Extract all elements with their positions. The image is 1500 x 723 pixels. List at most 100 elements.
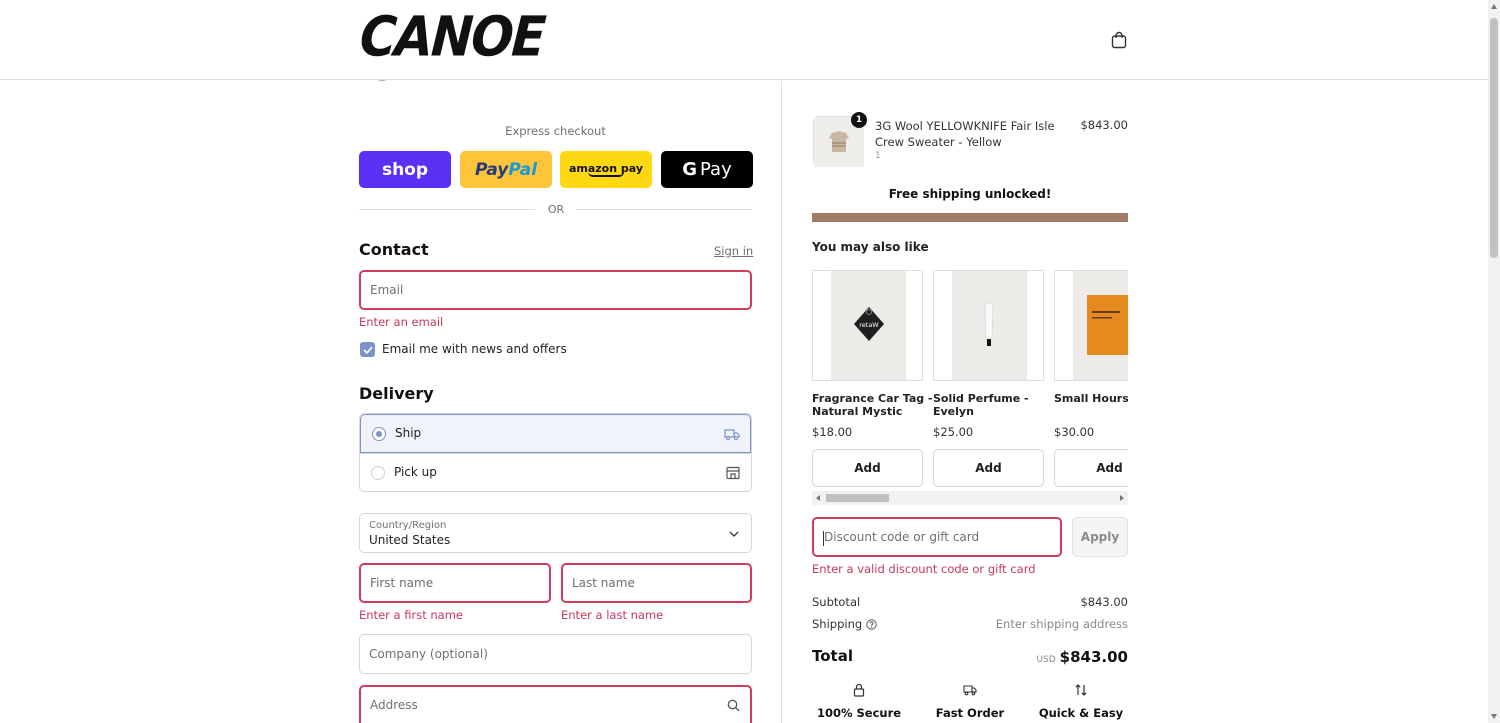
email-field[interactable]: Email xyxy=(359,270,752,310)
email-error: Enter an email xyxy=(359,315,444,329)
page-scrollbar-thumb[interactable] xyxy=(1490,18,1498,258)
help-circle-icon[interactable] xyxy=(866,619,877,630)
first-name-field[interactable]: First name xyxy=(359,563,551,603)
upsell-heading: You may also like xyxy=(812,240,929,254)
discount-error: Enter a valid discount code or gift card xyxy=(812,562,1036,576)
divider-right xyxy=(576,209,752,210)
upsell-card: retaW Fragrance Car Tag - Natural Mystic … xyxy=(812,270,933,487)
product-image[interactable] xyxy=(933,270,1044,381)
car-tag-image: retaW xyxy=(854,307,884,341)
free-shipping-progress-bar xyxy=(812,213,1128,222)
trust-badge-easy: Quick & Easy xyxy=(1026,683,1136,721)
apply-discount-button[interactable]: Apply xyxy=(1072,517,1128,557)
paypal-label-a: Pay xyxy=(474,159,509,180)
page-scrollbar[interactable] xyxy=(1488,0,1500,723)
newsletter-checkbox[interactable] xyxy=(360,342,375,357)
product-title-line2: Natural Mystic xyxy=(812,405,903,418)
truck-icon xyxy=(963,685,977,696)
checkmark-icon xyxy=(362,345,373,354)
first-name-error: Enter a first name xyxy=(359,608,463,622)
ship-radio[interactable] xyxy=(372,427,386,441)
google-g-icon: G xyxy=(682,159,698,180)
sign-in-link[interactable]: Sign in xyxy=(714,244,753,258)
upsell-card: Solid Perfume - Evelyn $25.00 Add xyxy=(933,270,1044,487)
address-field[interactable]: Address xyxy=(359,685,752,723)
last-name-error: Enter a last name xyxy=(561,608,664,622)
address-placeholder: Address xyxy=(370,698,418,712)
google-pay-button[interactable]: G Pay xyxy=(661,151,753,188)
chevron-down-icon xyxy=(729,531,739,537)
scroll-left-icon[interactable] xyxy=(816,495,820,501)
shipping-label: Shipping xyxy=(812,617,863,631)
checkout-page: CANOE CLUB Express checkout shop PayPal … xyxy=(0,0,1500,723)
header: CANOE CLUB xyxy=(0,0,1488,135)
pickup-label: Pick up xyxy=(394,465,437,479)
delivery-option-ship[interactable]: Ship xyxy=(360,414,751,453)
amazon-pay-button[interactable]: amazon pay xyxy=(560,151,652,188)
shipping-value: Enter shipping address xyxy=(995,617,1128,631)
trust-badge-fast: Fast Order xyxy=(915,683,1025,721)
badge-label: 100% Secure xyxy=(816,706,902,720)
delivery-option-pickup[interactable]: Pick up xyxy=(360,453,751,491)
quantity-badge: 1 xyxy=(851,112,867,128)
add-button[interactable]: Add xyxy=(812,449,923,487)
line-item-price: $843.00 xyxy=(1080,118,1128,132)
add-button[interactable]: Add xyxy=(933,449,1044,487)
svg-text:retaW: retaW xyxy=(859,321,879,329)
country-label: Country/Region xyxy=(369,520,447,531)
paypal-button[interactable]: Pay Pal xyxy=(460,151,552,188)
pickup-radio[interactable] xyxy=(371,466,385,480)
book-image xyxy=(1087,295,1128,355)
first-name-placeholder: First name xyxy=(370,576,434,590)
perfume-tube-image xyxy=(984,302,994,346)
discount-code-input[interactable]: Discount code or gift card xyxy=(812,517,1062,557)
shop-pay-button[interactable]: shop xyxy=(359,151,451,188)
discount-placeholder: Discount code or gift card xyxy=(824,530,980,544)
product-price: $30.00 xyxy=(1054,425,1095,439)
search-icon xyxy=(727,699,740,712)
shopping-bag-icon[interactable] xyxy=(1110,31,1128,49)
add-button[interactable]: Add xyxy=(1054,449,1128,487)
google-pay-label: Pay xyxy=(700,159,732,180)
trust-badge-secure: 100% Secure xyxy=(804,683,914,721)
delivery-heading: Delivery xyxy=(359,384,434,403)
swap-arrows-icon xyxy=(1075,684,1087,696)
badge-label: Fast Order xyxy=(935,706,1005,720)
badge-label: Quick & Easy xyxy=(1038,706,1124,720)
carousel-scrollbar[interactable] xyxy=(812,491,1128,505)
contact-heading: Contact xyxy=(359,240,429,259)
product-price: $18.00 xyxy=(812,425,853,439)
product-image[interactable]: retaW xyxy=(812,270,923,381)
country-select[interactable]: Country/Region United States xyxy=(359,513,752,553)
truck-icon xyxy=(724,429,740,441)
scrollbar-thumb[interactable] xyxy=(826,494,889,502)
scroll-up-icon[interactable] xyxy=(1491,4,1497,9)
company-field[interactable]: Company (optional) xyxy=(359,634,752,674)
shop-pay-label: shop xyxy=(381,159,429,180)
paypal-label-b: Pal xyxy=(508,159,538,180)
subtotal-value: $843.00 xyxy=(1080,595,1128,609)
scroll-down-icon[interactable] xyxy=(1491,714,1497,719)
upsell-card: Small Hours - V $30.00 Add xyxy=(1054,270,1128,487)
last-name-field[interactable]: Last name xyxy=(561,563,752,603)
brand-logo[interactable]: CANOE CLUB xyxy=(354,5,678,135)
total-label: Total xyxy=(812,647,853,665)
product-title-line1: Fragrance Car Tag - xyxy=(812,392,933,405)
total-amount: USD $843.00 xyxy=(988,647,1128,666)
company-placeholder: Company (optional) xyxy=(369,647,488,661)
email-placeholder: Email xyxy=(370,283,404,297)
subtotal-label: Subtotal xyxy=(812,595,861,609)
product-image[interactable] xyxy=(1054,270,1128,381)
line-item-variant: 1 xyxy=(875,151,881,161)
free-shipping-message: Free shipping unlocked! xyxy=(888,187,1052,201)
line-item-name: 3G Wool YELLOWKNIFE Fair Isle Crew Sweat… xyxy=(875,119,1055,149)
product-title-line2: Evelyn xyxy=(933,405,974,418)
country-value: United States xyxy=(369,533,451,547)
scroll-right-icon[interactable] xyxy=(1120,495,1124,501)
product-title-line1: Solid Perfume - xyxy=(933,392,1029,405)
ship-label: Ship xyxy=(395,426,422,440)
amazon-smile-icon xyxy=(588,172,624,177)
currency-code: USD xyxy=(1036,655,1056,665)
total-value: $843.00 xyxy=(1059,648,1128,666)
upsell-carousel[interactable]: retaW Fragrance Car Tag - Natural Mystic … xyxy=(812,270,1128,505)
